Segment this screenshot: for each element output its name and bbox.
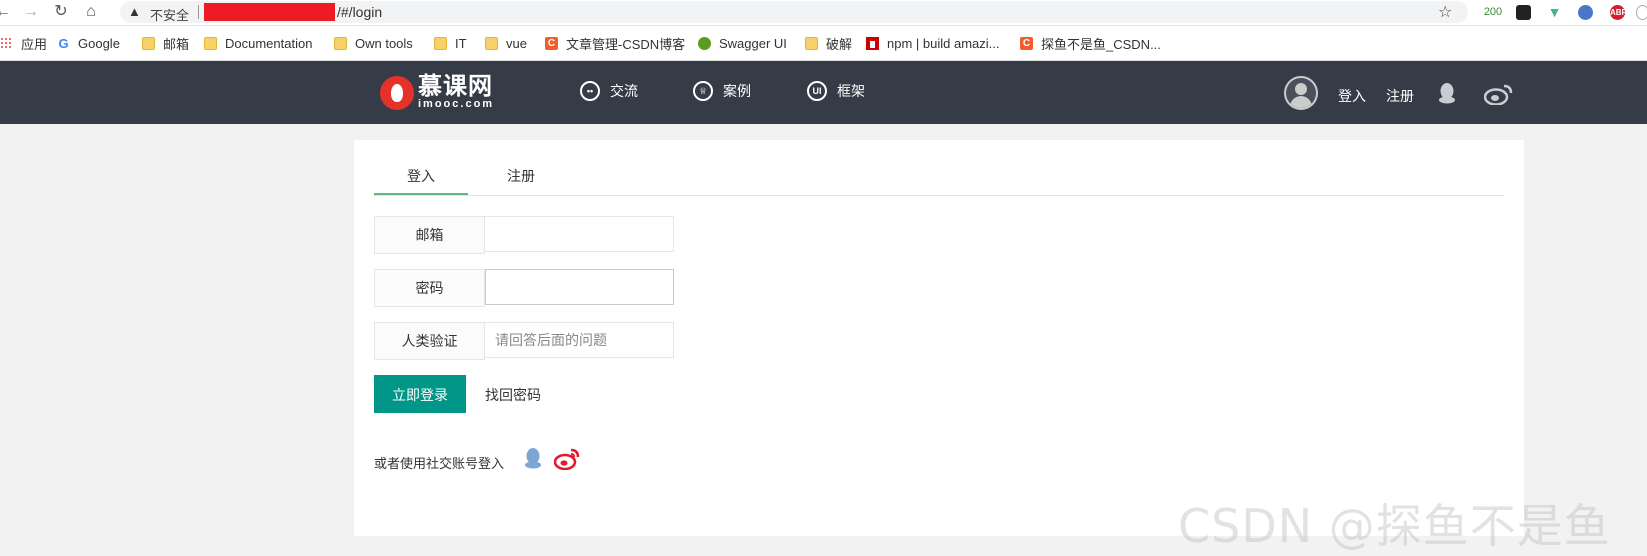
logo-en: imooc.com [418,98,495,110]
bookmark-label: vue [506,35,527,51]
home-icon[interactable]: ⌂ [82,3,100,21]
vue-devtools-icon[interactable]: ▼ [1547,5,1562,20]
ui-icon: UI [807,81,827,101]
warning-icon[interactable]: ▲ [128,4,141,19]
social-login-text: 或者使用社交账号登入 [374,456,505,471]
csdn-icon: C [545,36,558,50]
bookmark-csdn-articles[interactable]: C 文章管理-CSDN博客 [545,35,686,52]
omnibox-divider [198,5,199,19]
bookmark-label: 邮箱 [163,36,190,52]
bookmark-vue-folder[interactable]: vue [485,35,527,51]
active-tab-indicator [374,193,468,195]
bookmark-own-tools-folder[interactable]: Own tools [334,35,413,51]
crown-icon: ♕ [693,81,713,101]
header-register-link[interactable]: 注册 [1386,86,1414,106]
bookmark-crack-folder[interactable]: 破解 [805,35,853,52]
csdn-watermark: CSDN @探鱼不是鱼 [1178,499,1611,553]
npm-icon [866,36,879,50]
url-path[interactable]: /#/login [337,4,382,20]
profile-icon[interactable] [1636,5,1647,20]
logo-text: 慕课网 imooc.com [418,75,494,110]
translate-extension-icon[interactable] [1578,5,1593,20]
extension-icon[interactable] [1516,5,1531,20]
password-row: 密码 [374,269,674,307]
captcha-row: 人类验证 [374,322,674,360]
tab-login[interactable]: 登入 [374,166,468,186]
password-field[interactable] [485,269,674,305]
email-row: 邮箱 [374,216,674,254]
auth-tabs: 登入 注册 [374,140,1504,196]
site-logo[interactable]: 慕课网 imooc.com [380,75,494,110]
bookmark-swagger[interactable]: Swagger UI [698,35,787,51]
forward-arrow-icon[interactable]: → [22,3,40,21]
bookmarks-bar: 应用 G Google 邮箱 Documentation Own tools I… [0,26,1647,61]
folder-icon [485,36,498,50]
bookmark-label: IT [455,35,467,51]
logo-cn: 慕课网 [418,73,493,100]
bookmark-label: 破解 [826,36,853,52]
bookmark-label: Documentation [225,35,313,51]
site-header: 慕课网 imooc.com •• 交流 ♕ 案例 UI 框架 登入 注册 [0,61,1647,124]
apps-grid-icon [0,36,13,50]
nav-item-community[interactable]: •• 交流 [580,81,638,101]
folder-icon [334,36,347,50]
weibo-icon[interactable] [1484,83,1514,105]
folder-icon [805,36,818,50]
reload-icon[interactable]: ↻ [52,3,70,21]
email-field[interactable] [485,216,674,252]
swagger-icon [698,36,711,50]
bookmark-label: Swagger UI [719,35,787,51]
redacted-host [204,3,335,21]
bookmark-label: 文章管理-CSDN博客 [566,36,686,52]
bookmark-star-icon[interactable]: ☆ [1438,2,1452,22]
tab-register[interactable]: 注册 [507,166,535,186]
folder-icon [434,36,447,50]
qq-icon[interactable] [1438,82,1456,104]
google-icon: G [58,35,69,51]
qq-login-icon[interactable] [524,447,542,469]
bookmark-label: Own tools [355,35,413,51]
nav-item-cases[interactable]: ♕ 案例 [693,81,751,101]
login-card: 登入 注册 邮箱 密码 人类验证 立即登录 找回密码 或者使用社交账号登入 [354,140,1524,536]
password-label: 密码 [374,269,485,307]
folder-icon [204,36,217,50]
url-omnibox[interactable]: ▲ 不安全 /#/login [120,1,1468,23]
login-submit-button[interactable]: 立即登录 [374,375,466,413]
weibo-login-icon[interactable] [554,448,580,470]
captcha-label: 人类验证 [374,322,485,360]
bookmark-npm[interactable]: npm | build amazi... [866,35,999,51]
bookmark-label: npm | build amazi... [887,35,1000,51]
nav-label: 案例 [723,83,751,99]
bookmark-csdn-blog[interactable]: C 探鱼不是鱼_CSDN... [1020,35,1161,52]
nav-label: 框架 [837,83,865,99]
email-label: 邮箱 [374,216,485,254]
bookmark-label: 探鱼不是鱼_CSDN... [1041,36,1161,52]
back-arrow-icon[interactable]: ← [0,3,12,21]
adblock-plus-icon[interactable]: ABP [1610,5,1627,20]
chat-icon: •• [580,81,600,101]
csdn-icon: C [1020,36,1033,50]
nav-item-framework[interactable]: UI 框架 [807,81,865,101]
forgot-password-link[interactable]: 找回密码 [485,385,541,405]
folder-icon [142,36,155,50]
bookmark-google[interactable]: G Google [57,35,120,51]
user-avatar[interactable] [1284,76,1318,110]
extension-badge[interactable]: 200 [1482,5,1504,20]
nav-label: 交流 [610,83,638,99]
flame-logo-icon [380,75,414,110]
bookmark-mail-folder[interactable]: 邮箱 [142,35,190,52]
bookmark-it-folder[interactable]: IT [434,35,467,51]
captcha-field[interactable] [485,322,674,358]
bookmark-documentation-folder[interactable]: Documentation [204,35,312,51]
browser-address-bar: ← → ↻ ⌂ ▲ 不安全 /#/login ☆ 200 ▼ ABP [0,0,1647,26]
security-label[interactable]: 不安全 [150,5,189,24]
header-login-link[interactable]: 登入 [1338,86,1366,106]
bookmark-label: 应用 [21,36,48,52]
bookmark-label: Google [78,35,120,51]
bookmark-apps[interactable]: 应用 [0,35,48,52]
